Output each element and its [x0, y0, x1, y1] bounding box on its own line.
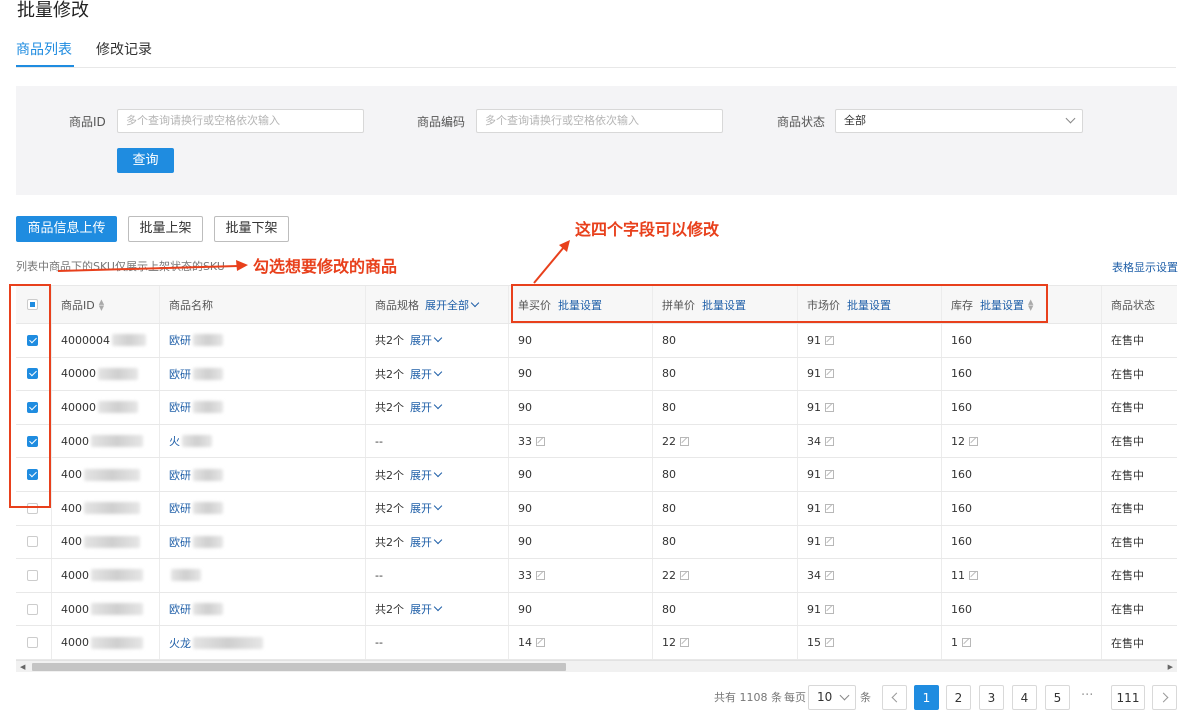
- arrow-head-icon: [236, 260, 248, 271]
- annotation-arrows: [57, 240, 570, 284]
- annotation-arrow-fields: [533, 246, 565, 284]
- annotation-fields-hint: 这四个字段可以修改: [575, 220, 720, 239]
- annotation-select-hint: 勾选想要修改的商品: [253, 257, 398, 276]
- annotation-arrow-select: [57, 265, 239, 272]
